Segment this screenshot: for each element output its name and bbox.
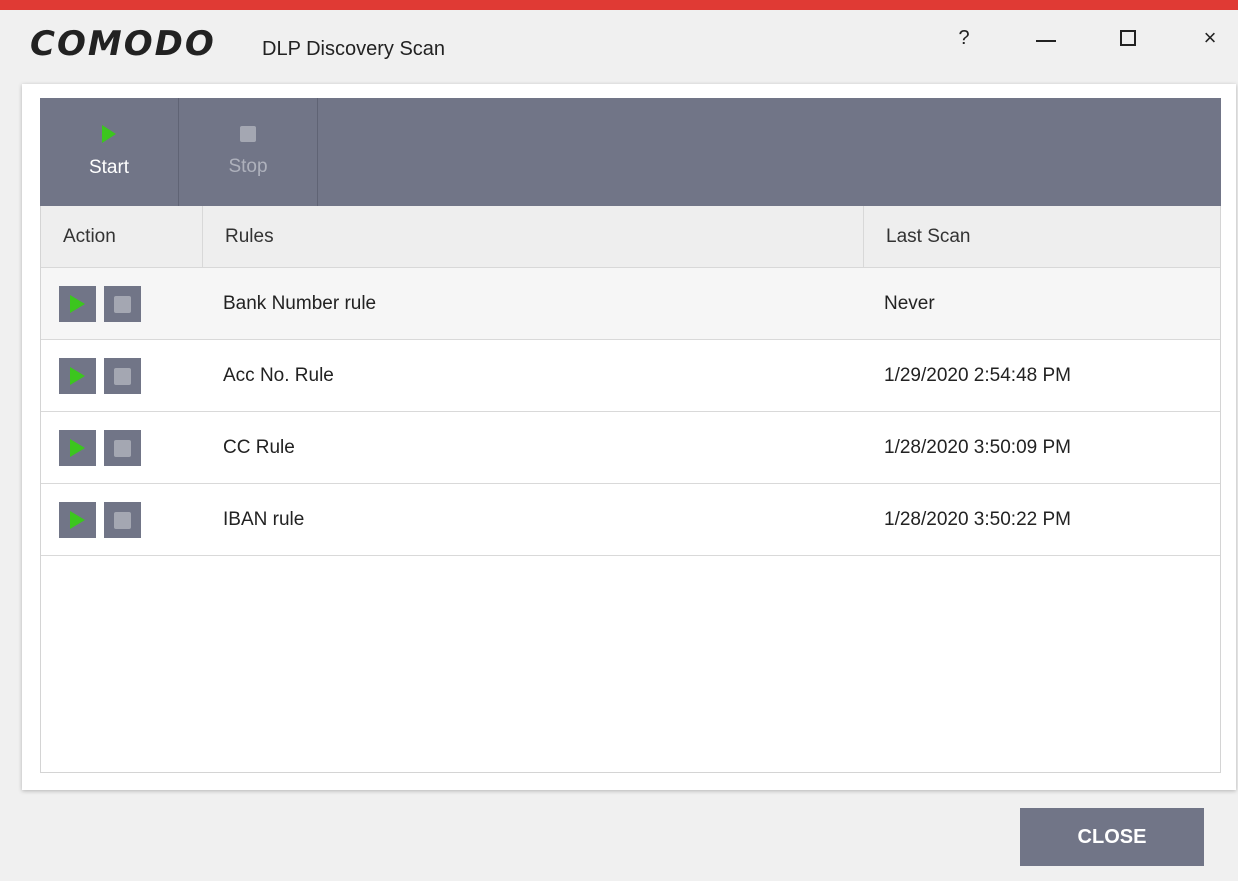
- minimize-button[interactable]: [1018, 18, 1074, 58]
- play-icon: [102, 125, 116, 143]
- last-scan-value: Never: [884, 293, 935, 314]
- play-icon: [70, 295, 85, 313]
- row-stop-button[interactable]: [104, 286, 141, 322]
- comodo-logo: COMODO: [30, 24, 216, 64]
- stop-icon: [114, 295, 131, 313]
- last-scan-value: 1/28/2020 3:50:22 PM: [884, 509, 1071, 530]
- stop-button[interactable]: Stop: [179, 98, 318, 206]
- play-icon: [70, 439, 85, 457]
- maximize-button[interactable]: [1100, 18, 1156, 58]
- rule-name: Bank Number rule: [223, 293, 377, 314]
- start-button[interactable]: Start: [40, 98, 179, 206]
- help-button[interactable]: ?: [936, 18, 992, 58]
- minimize-icon: [1036, 40, 1056, 42]
- scan-toolbar: Start Stop: [40, 98, 1221, 206]
- row-stop-button[interactable]: [104, 430, 141, 466]
- rule-name: Acc No. Rule: [223, 365, 334, 386]
- table-row[interactable]: CC Rule 1/28/2020 3:50:09 PM: [41, 412, 1220, 484]
- column-header-rules[interactable]: Rules: [203, 206, 864, 267]
- window-accent-bar: [0, 0, 1238, 10]
- row-stop-button[interactable]: [104, 358, 141, 394]
- rule-name: CC Rule: [223, 437, 295, 458]
- column-header-last-scan[interactable]: Last Scan: [864, 206, 1220, 267]
- stop-icon: [114, 511, 131, 529]
- help-icon: ?: [958, 26, 970, 49]
- table-row[interactable]: Acc No. Rule 1/29/2020 2:54:48 PM: [41, 340, 1220, 412]
- play-icon: [70, 511, 85, 529]
- rule-name: IBAN rule: [223, 509, 305, 530]
- row-start-button[interactable]: [59, 286, 96, 322]
- title-bar[interactable]: COMODO DLP Discovery Scan ? ×: [0, 10, 1238, 76]
- last-scan-value: 1/29/2020 2:54:48 PM: [884, 365, 1071, 386]
- window-title: DLP Discovery Scan: [262, 38, 446, 60]
- window-close-button[interactable]: ×: [1182, 18, 1238, 58]
- stop-icon: [114, 439, 131, 457]
- row-stop-button[interactable]: [104, 502, 141, 538]
- table-header: Action Rules Last Scan: [41, 206, 1220, 268]
- close-icon: ×: [1203, 25, 1217, 50]
- rules-table: Action Rules Last Scan Bank Number rule …: [40, 206, 1221, 773]
- stop-icon: [114, 367, 131, 385]
- row-start-button[interactable]: [59, 430, 96, 466]
- start-label: Start: [88, 157, 130, 178]
- stop-label: Stop: [228, 156, 268, 177]
- table-row[interactable]: Bank Number rule Never: [41, 268, 1220, 340]
- table-row[interactable]: IBAN rule 1/28/2020 3:50:22 PM: [41, 484, 1220, 556]
- play-icon: [70, 367, 85, 385]
- last-scan-value: 1/28/2020 3:50:09 PM: [884, 437, 1071, 458]
- close-button[interactable]: CLOSE: [1020, 808, 1204, 866]
- row-start-button[interactable]: [59, 502, 96, 538]
- column-header-action[interactable]: Action: [41, 206, 203, 267]
- maximize-icon: [1120, 30, 1136, 46]
- stop-icon: [240, 126, 256, 142]
- row-start-button[interactable]: [59, 358, 96, 394]
